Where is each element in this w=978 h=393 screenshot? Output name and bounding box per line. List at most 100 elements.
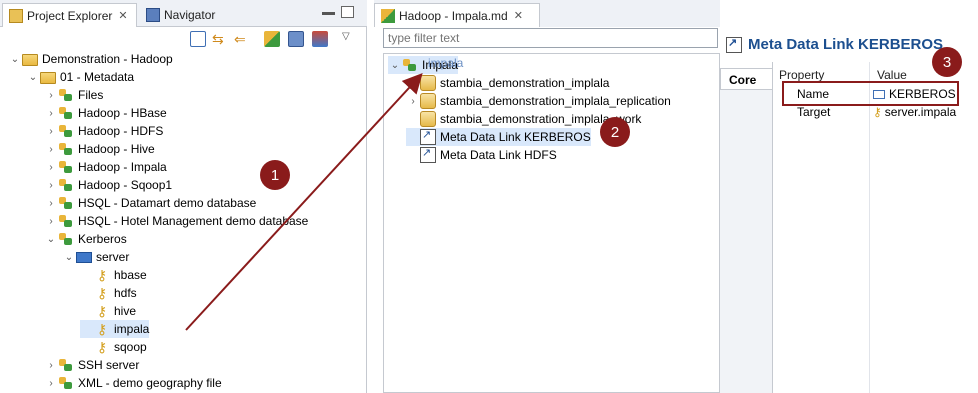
hadoop-icon (58, 231, 74, 247)
editor-row[interactable]: › stambia_demonstration_implala (406, 74, 609, 92)
chevron-icon[interactable]: › (44, 180, 58, 191)
chevron-icon[interactable]: › (44, 90, 58, 101)
drag-ghost-label: impala (428, 56, 464, 70)
left-row[interactable]: ⚷ impala (80, 320, 150, 338)
left-row-label: HSQL - Hotel Management demo database (78, 214, 309, 228)
view-menu-icon[interactable]: ▽ (342, 31, 358, 47)
chevron-icon[interactable]: ⌄ (62, 252, 76, 263)
callout-badge-1: 1 (260, 160, 290, 190)
key-icon: ⚷ (96, 321, 108, 337)
chevron-icon[interactable]: › (44, 144, 58, 155)
left-row[interactable]: › Hadoop - Hive (44, 140, 154, 158)
chevron-icon[interactable]: ⌄ (44, 234, 58, 245)
left-row[interactable]: › SSH server (44, 356, 139, 374)
hadoop-icon (58, 195, 74, 211)
chevron-icon[interactable]: › (44, 198, 58, 209)
project-explorer-icon (9, 8, 23, 23)
left-row[interactable]: › Files (44, 86, 103, 104)
key-icon: ⚷ (873, 105, 882, 119)
left-row[interactable]: ⚷ hbase (80, 266, 147, 284)
chevron-icon[interactable]: › (44, 126, 58, 137)
editor-tabbar: Hadoop - Impala.md ✕ (374, 0, 720, 27)
chevron-icon[interactable]: ⌄ (388, 60, 402, 71)
new-process-icon[interactable] (312, 31, 328, 47)
callout-badge-2: 2 (600, 117, 630, 147)
left-row[interactable]: ⚷ hdfs (80, 284, 137, 302)
tab-navigator[interactable]: Navigator (140, 3, 235, 27)
tab-project-explorer-label: Project Explorer (27, 8, 113, 23)
minimize-icon[interactable] (322, 12, 335, 15)
editor-tab-label: Hadoop - Impala.md (399, 8, 508, 23)
chevron-icon[interactable]: › (406, 96, 420, 107)
tab-project-explorer[interactable]: Project Explorer ✕ (2, 3, 137, 27)
hadoop-icon (58, 177, 74, 193)
hadoop-icon (58, 213, 74, 229)
left-row[interactable]: ⌄ 01 - Metadata (26, 68, 134, 86)
link-with-editor-icon[interactable]: ⇆ (212, 31, 228, 47)
left-row[interactable]: ⚷ hive (80, 302, 136, 320)
left-row[interactable]: › XML - demo geography file (44, 374, 221, 392)
column-divider (869, 62, 870, 393)
back-icon[interactable]: ⇐ (234, 31, 250, 47)
left-row[interactable]: › HSQL - Hotel Management demo database (44, 212, 308, 230)
close-icon[interactable]: ✕ (118, 9, 127, 22)
new-mapping-icon[interactable] (288, 31, 304, 47)
hadoop-icon (58, 105, 74, 121)
editor-row[interactable]: › stambia_demonstration_implala_replicati… (406, 92, 671, 110)
maximize-icon[interactable] (341, 6, 354, 18)
chevron-icon[interactable]: › (44, 360, 58, 371)
chevron-icon[interactable]: ⌄ (26, 72, 40, 83)
left-row[interactable]: › Hadoop - HBase (44, 104, 166, 122)
filter-input[interactable] (383, 28, 718, 48)
editor-row-label: Meta Data Link HDFS (440, 148, 557, 162)
chevron-icon[interactable]: ⌄ (8, 54, 22, 65)
close-icon[interactable]: ✕ (514, 9, 523, 22)
left-row[interactable]: ⚷ sqoop (80, 338, 147, 356)
editor-row[interactable]: Meta Data Link HDFS (406, 146, 557, 164)
left-row[interactable]: › Hadoop - Impala (44, 158, 167, 176)
hadoop-icon (58, 159, 74, 175)
eclipse-window: Project Explorer ✕ Navigator ⇆ ⇐ ▽ ⌄ Demo… (0, 0, 978, 393)
left-row[interactable]: › Hadoop - Sqoop1 (44, 176, 172, 194)
editor-row[interactable]: Meta Data Link KERBEROS (406, 128, 591, 146)
left-row[interactable]: ⌄ Demonstration - Hadoop (8, 50, 173, 68)
folder-open-icon (22, 54, 38, 66)
left-row[interactable]: ⌄ Kerberos (44, 230, 127, 248)
left-row-label: Hadoop - Impala (78, 160, 167, 174)
server-icon (76, 252, 92, 263)
key-icon: ⚷ (96, 267, 108, 283)
side-tab-strip (720, 90, 772, 393)
editor-row-label: Meta Data Link KERBEROS (440, 130, 591, 144)
left-row-label: sqoop (114, 340, 147, 354)
link-icon (726, 36, 742, 53)
metadata-tree: ⌄ Impala › stambia_demonstration_implala › st… (383, 53, 720, 393)
new-metadata-icon[interactable] (264, 31, 280, 47)
chevron-icon[interactable]: › (44, 216, 58, 227)
left-row-label: hbase (114, 268, 147, 282)
left-row[interactable]: ⌄ server (62, 248, 130, 266)
collapse-all-icon[interactable] (190, 31, 206, 47)
chevron-icon[interactable]: › (44, 108, 58, 119)
left-row[interactable]: › HSQL - Datamart demo database (44, 194, 256, 212)
hadoop-icon (402, 57, 418, 73)
metadata-editor: Hadoop - Impala.md ✕ ⌄Impala›stambia_dem… (374, 0, 720, 393)
navigator-icon (146, 8, 160, 22)
tab-navigator-label: Navigator (164, 8, 216, 22)
tab-core[interactable]: Core (720, 68, 772, 90)
key-icon: ⚷ (96, 285, 108, 301)
tab-hadoop-impala[interactable]: Hadoop - Impala.md ✕ (374, 3, 540, 27)
database-icon (420, 93, 436, 109)
hadoop-icon (58, 357, 74, 373)
editor-row-label: stambia_demonstration_implala (440, 76, 610, 90)
left-row[interactable]: › Hadoop - HDFS (44, 122, 163, 140)
left-row-label: Demonstration - Hadoop (42, 52, 173, 66)
left-row-label: 01 - Metadata (60, 70, 135, 84)
chevron-icon[interactable]: › (406, 78, 420, 89)
left-row-label: Kerberos (78, 232, 127, 246)
left-row-label: Hadoop - HDFS (78, 124, 164, 138)
chevron-icon[interactable]: › (44, 378, 58, 389)
left-row-label: Hadoop - Sqoop1 (78, 178, 173, 192)
properties-title-text: Meta Data Link KERBEROS (748, 36, 944, 53)
left-row-label: HSQL - Datamart demo database (78, 196, 257, 210)
chevron-icon[interactable]: › (44, 162, 58, 173)
